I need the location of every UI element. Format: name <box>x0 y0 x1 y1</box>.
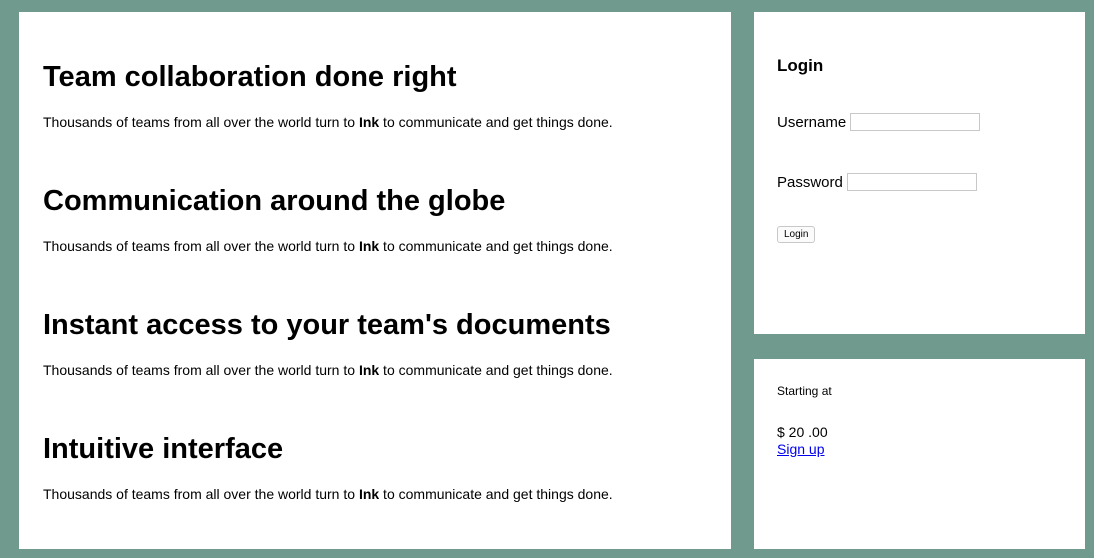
feature-description: Thousands of teams from all over the wor… <box>43 114 613 131</box>
feature-block: Intuitive interface Thousands of teams f… <box>43 432 613 503</box>
feature-description-text: Thousands of teams from all over the wor… <box>43 362 359 378</box>
feature-title: Team collaboration done right <box>43 61 457 93</box>
feature-description: Thousands of teams from all over the wor… <box>43 362 613 379</box>
brand-name: Ink <box>358 362 380 378</box>
price-value: $ 20 .00 <box>777 424 828 440</box>
feature-description: Thousands of teams from all over the wor… <box>43 238 613 255</box>
login-title: Login <box>777 56 824 75</box>
brand-name: Ink <box>358 486 380 502</box>
username-input[interactable] <box>850 113 981 131</box>
login-button[interactable]: Login <box>777 226 816 243</box>
feature-title: Instant access to your team's documents <box>43 309 611 341</box>
starting-at-label: Starting at <box>777 384 832 398</box>
password-input[interactable] <box>846 173 977 191</box>
password-label: Password <box>777 173 843 191</box>
username-row: Username <box>777 113 981 131</box>
brand-name: Ink <box>358 114 380 130</box>
brand-name: Ink <box>358 238 380 254</box>
username-label: Username <box>777 113 847 131</box>
feature-title: Communication around the globe <box>43 185 506 217</box>
feature-block: Instant access to your team's documents … <box>43 308 613 379</box>
feature-description-text: to communicate and get things done. <box>379 486 613 502</box>
feature-description-text: Thousands of teams from all over the wor… <box>43 486 359 502</box>
password-row: Password <box>777 173 977 191</box>
feature-description-text: to communicate and get things done. <box>379 362 613 378</box>
feature-block: Team collaboration done right Thousands … <box>43 60 613 131</box>
feature-block: Communication around the globe Thousands… <box>43 184 613 255</box>
feature-description-text: Thousands of teams from all over the wor… <box>43 238 359 254</box>
signup-link[interactable]: Sign up <box>777 441 824 457</box>
login-panel: Login Username Password Login <box>754 12 1085 334</box>
feature-description-text: to communicate and get things done. <box>379 238 613 254</box>
feature-description-text: Thousands of teams from all over the wor… <box>43 114 359 130</box>
feature-description: Thousands of teams from all over the wor… <box>43 486 613 503</box>
pricing-panel: Starting at $ 20 .00 Sign up <box>754 359 1085 549</box>
feature-description-text: to communicate and get things done. <box>379 114 613 130</box>
feature-title: Intuitive interface <box>43 433 284 465</box>
features-panel: Team collaboration done right Thousands … <box>19 12 731 549</box>
